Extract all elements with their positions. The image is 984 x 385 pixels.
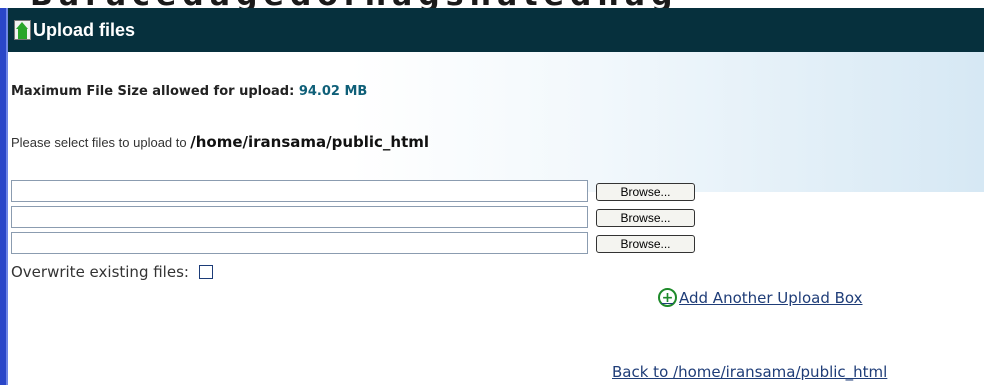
browse-button[interactable]: Browse...	[596, 209, 695, 227]
browse-button[interactable]: Browse...	[596, 235, 695, 253]
max-file-size: Maximum File Size allowed for upload: 94…	[11, 84, 367, 99]
file-path-input[interactable]	[11, 180, 588, 202]
upload-icon	[14, 20, 31, 40]
overwrite-checkbox[interactable]	[198, 265, 213, 279]
page-title: Upload files	[33, 19, 136, 40]
add-upload-box-link[interactable]: + Add Another Upload Box	[658, 288, 863, 307]
back-to-folder-link[interactable]: Back to /home/iransama/public_html	[612, 363, 887, 381]
destination-label: Please select files to upload to	[11, 135, 191, 150]
browse-button[interactable]: Browse...	[596, 183, 695, 201]
add-upload-box-label: Add Another Upload Box	[679, 288, 863, 307]
max-size-label: Maximum File Size allowed for upload:	[11, 84, 299, 99]
overwrite-option: Overwrite existing files:	[11, 263, 213, 281]
file-path-input[interactable]	[11, 232, 588, 254]
cropped-top-banner: Baracedagedorhagsnatedhag	[0, 0, 984, 8]
add-circle-icon: +	[658, 288, 677, 307]
overwrite-label: Overwrite existing files:	[11, 263, 189, 281]
max-size-value: 94.02 MB	[298, 84, 368, 99]
destination-path: /home/iransama/public_html	[190, 133, 430, 151]
upload-header: Upload files	[8, 8, 984, 52]
file-path-input[interactable]	[11, 206, 588, 228]
upload-destination: Please select files to upload to /home/i…	[11, 133, 429, 151]
